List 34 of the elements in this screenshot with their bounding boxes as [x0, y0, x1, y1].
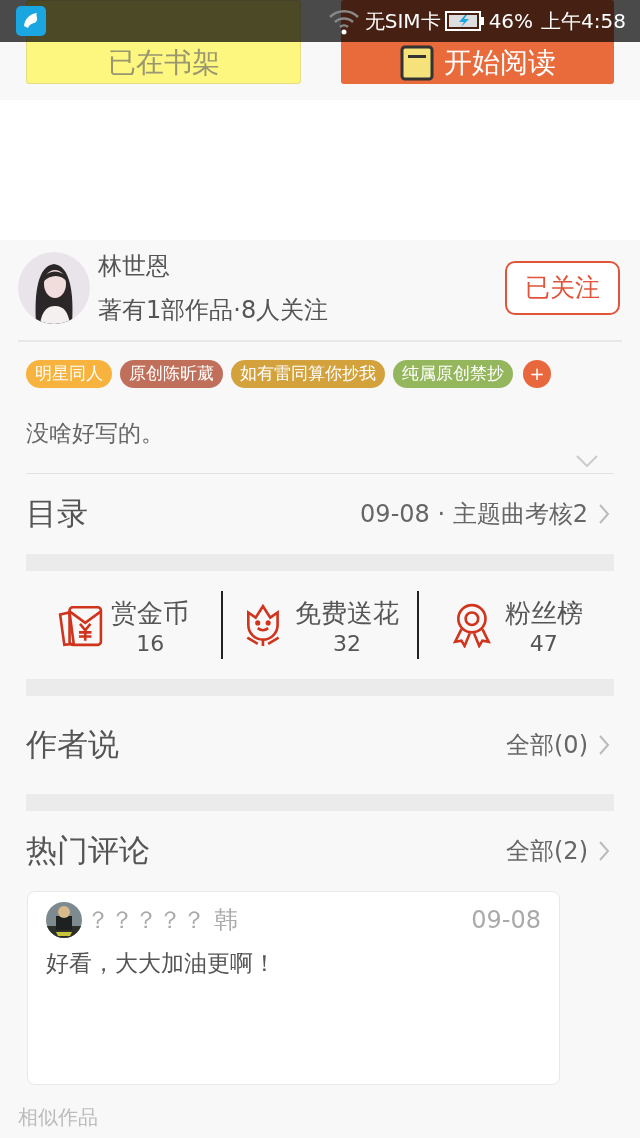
tag[interactable]: 纯属原创禁抄	[393, 360, 513, 388]
tag[interactable]: 如有雷同算你抄我	[231, 360, 385, 388]
stat-count: 16	[135, 633, 166, 655]
section-title: 作者说	[26, 725, 119, 765]
view-all-link[interactable]: 全部(2)	[506, 832, 588, 869]
section-title: 目录	[26, 494, 88, 534]
follow-button[interactable]: 已关注	[505, 261, 620, 315]
author-name: 林世恩	[98, 251, 171, 282]
section-title: 相似作品	[18, 1106, 99, 1127]
section-title: 热门评论	[26, 831, 150, 871]
tag[interactable]: 明星同人	[26, 360, 112, 388]
comment-text: 好看，大大加油更啊！	[46, 948, 277, 978]
latest-chapter-link[interactable]: 09-08 · 主题曲考核2	[360, 495, 588, 532]
battery-percent: 46%	[488, 8, 534, 35]
chevron-down-icon	[576, 454, 598, 467]
comment-date: 09-08	[471, 904, 541, 936]
stat-label: 赏金币	[111, 597, 190, 630]
add-tag-button[interactable]: +	[523, 360, 551, 388]
intro-text: 没啥好写的。	[26, 419, 165, 448]
stat-count: 32	[332, 633, 362, 655]
tag[interactable]: 原创陈昕葳	[120, 360, 223, 388]
app-icon	[16, 6, 46, 36]
battery-icon	[444, 10, 485, 32]
commenter-name: ？？？？？ 韩	[86, 904, 238, 936]
book-icon	[399, 45, 434, 81]
author-stats: 著有1部作品·8人关注	[98, 295, 329, 326]
stat-label: 免费送花	[295, 597, 399, 630]
chevron-right-icon	[598, 839, 610, 862]
stat-label: 粉丝榜	[504, 597, 583, 630]
stat-count: 47	[528, 633, 559, 655]
chevron-right-icon	[598, 733, 610, 756]
view-all-link[interactable]: 全部(0)	[506, 726, 588, 763]
carrier-label: 无SIM卡	[364, 8, 441, 35]
chevron-right-icon	[598, 502, 610, 525]
